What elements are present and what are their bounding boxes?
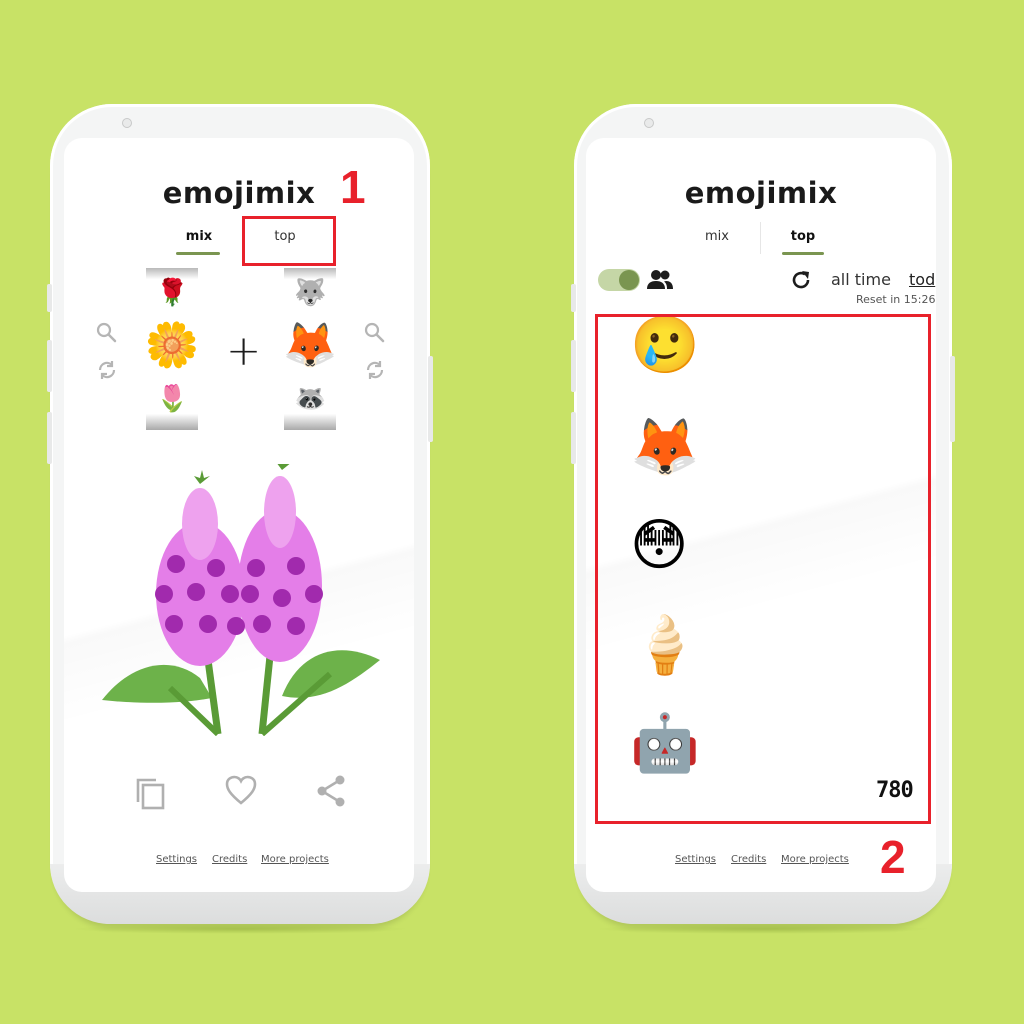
search-icon[interactable] bbox=[363, 321, 387, 345]
toggle-switch[interactable] bbox=[598, 269, 640, 291]
tab-mix[interactable]: mix bbox=[174, 229, 224, 244]
heart-icon[interactable] bbox=[224, 774, 258, 808]
annotation-box-1 bbox=[242, 216, 336, 266]
search-icon[interactable] bbox=[95, 321, 119, 345]
footer-link-credits[interactable]: Credits bbox=[731, 854, 766, 865]
tab-mix[interactable]: mix bbox=[692, 229, 742, 244]
side-button bbox=[47, 412, 52, 464]
tab-top-underline bbox=[782, 252, 824, 255]
side-button bbox=[571, 284, 576, 312]
shuffle-icon[interactable] bbox=[95, 358, 119, 382]
leaf-left bbox=[102, 664, 212, 703]
plus-operator: + bbox=[226, 326, 262, 375]
side-button bbox=[571, 340, 576, 392]
footer-link-more-projects[interactable]: More projects bbox=[781, 854, 849, 865]
share-icon[interactable] bbox=[314, 774, 348, 808]
tab-separator bbox=[760, 222, 761, 254]
toggle-knob bbox=[619, 270, 639, 290]
reel-emoji-tulip[interactable]: 🌷 bbox=[156, 386, 188, 412]
footer-link-more-projects[interactable]: More projects bbox=[261, 854, 329, 865]
footer-link-credits[interactable]: Credits bbox=[212, 854, 247, 865]
range-option-all-time[interactable]: all time bbox=[831, 270, 891, 289]
reel-emoji-raccoon[interactable]: 🦝 bbox=[294, 386, 326, 412]
tab-mix-underline bbox=[176, 252, 220, 255]
annotation-label-2: 2 bbox=[880, 831, 906, 883]
front-camera bbox=[644, 118, 654, 128]
front-camera bbox=[122, 118, 132, 128]
side-button bbox=[47, 340, 52, 392]
users-icon[interactable] bbox=[646, 269, 674, 291]
refresh-icon[interactable] bbox=[790, 269, 812, 291]
leaf-right bbox=[282, 650, 380, 698]
left-phone-frame: emojimix mix top 🌹 🌼 🌷 + 🐺 🦊 🦝 Settings … bbox=[47, 104, 433, 934]
app-title: emojimix bbox=[684, 176, 838, 210]
reel-emoji-selected-blossom[interactable]: 🌼 bbox=[144, 324, 200, 368]
annotation-box-2 bbox=[595, 314, 931, 824]
side-button bbox=[428, 356, 433, 442]
range-option-today[interactable]: tod bbox=[909, 270, 935, 289]
mix-result-foxglove-image[interactable] bbox=[100, 464, 382, 736]
footer-link-settings[interactable]: Settings bbox=[675, 854, 716, 865]
side-button bbox=[950, 356, 955, 442]
side-button bbox=[571, 412, 576, 464]
reel-emoji-wolf[interactable]: 🐺 bbox=[294, 280, 326, 306]
annotation-label-1: 1 bbox=[340, 161, 366, 213]
left-phone-screen: emojimix mix top 🌹 🌼 🌷 + 🐺 🦊 🦝 Settings … bbox=[64, 138, 414, 892]
reel-emoji-rose[interactable]: 🌹 bbox=[156, 280, 188, 306]
footer-link-settings[interactable]: Settings bbox=[156, 854, 197, 865]
side-button bbox=[47, 284, 52, 312]
reset-timer: Reset in 15:26 bbox=[856, 293, 936, 306]
tab-top[interactable]: top bbox=[778, 229, 828, 244]
copy-icon[interactable] bbox=[134, 776, 168, 810]
reel-emoji-selected-fox[interactable]: 🦊 bbox=[282, 324, 338, 368]
shuffle-icon[interactable] bbox=[363, 358, 387, 382]
